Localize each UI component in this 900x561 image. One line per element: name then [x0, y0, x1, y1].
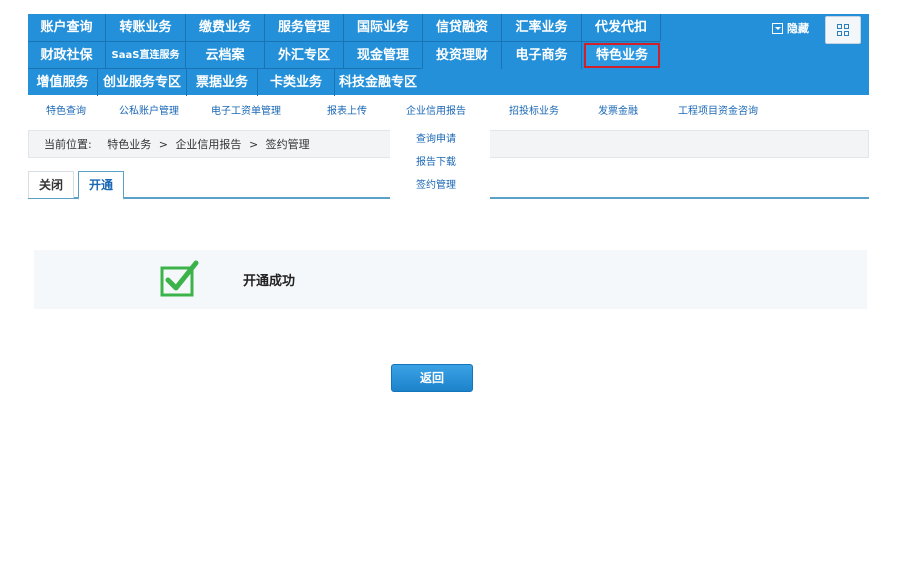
back-button[interactable]: 返回 [391, 364, 473, 392]
subnav-credit-report[interactable]: 企业信用报告 [406, 102, 466, 117]
subnav-payslip[interactable]: 电子工资单管理 [211, 102, 281, 117]
nav-forex-zone[interactable]: 外汇专区 [265, 42, 344, 69]
nav-startup[interactable]: 创业服务专区 [98, 69, 187, 96]
nav-ecommerce[interactable]: 电子商务 [502, 42, 582, 69]
breadcrumb-prefix: 当前位置: [44, 138, 92, 151]
nav-international[interactable]: 国际业务 [344, 14, 423, 41]
breadcrumb-item[interactable]: 特色业务 [107, 138, 151, 151]
checkbox-checked-icon [160, 260, 199, 297]
breadcrumb-item[interactable]: 企业信用报告 [175, 138, 241, 151]
nav-special-business[interactable]: 特色业务 [584, 43, 660, 68]
nav-service-mgmt[interactable]: 服务管理 [265, 14, 344, 41]
dropdown-contract-mgmt[interactable]: 签约管理 [416, 176, 456, 191]
nav-row-1: 账户查询 转账业务 缴费业务 服务管理 国际业务 信贷融资 汇率业务 代发代扣 [28, 14, 661, 41]
dropdown-report-download[interactable]: 报告下载 [416, 153, 456, 168]
collapse-icon [772, 22, 783, 34]
nav-finance-social[interactable]: 财政社保 [28, 42, 106, 69]
tab-open[interactable]: 开通 [78, 171, 125, 200]
dropdown-query-apply[interactable]: 查询申请 [416, 130, 456, 145]
result-panel: 开通成功 [34, 250, 867, 309]
breadcrumb-current: 签约管理 [265, 138, 310, 151]
nav-cloud-archive[interactable]: 云档案 [186, 42, 265, 69]
subnav-project-funds[interactable]: 工程项目资金咨询 [678, 102, 758, 117]
subnav-account-mgmt[interactable]: 公私账户管理 [119, 102, 179, 117]
nav-row-2: 财政社保 SaaS直连服务 云档案 外汇专区 现金管理 投资理财 电子商务 特色… [28, 41, 660, 69]
nav-bills[interactable]: 票据业务 [187, 69, 258, 96]
nav-account-query[interactable]: 账户查询 [28, 14, 106, 41]
subnav-special-query[interactable]: 特色查询 [46, 102, 86, 117]
nav-payment[interactable]: 缴费业务 [186, 14, 265, 41]
nav-payroll[interactable]: 代发代扣 [582, 14, 661, 41]
result-message: 开通成功 [243, 274, 296, 289]
nav-cards[interactable]: 卡类业务 [258, 69, 335, 96]
breadcrumb-separator: > [248, 138, 259, 151]
subnav-bidding[interactable]: 招投标业务 [509, 102, 559, 117]
credit-report-dropdown: 查询申请 报告下载 签约管理 [390, 120, 490, 200]
hide-menu-toggle[interactable]: 隐藏 [772, 20, 809, 36]
main-navigation: 账户查询 转账业务 缴费业务 服务管理 国际业务 信贷融资 汇率业务 代发代扣 … [28, 14, 869, 96]
hide-label: 隐藏 [787, 22, 809, 35]
tab-close[interactable]: 关闭 [28, 171, 75, 198]
subnav-report-upload[interactable]: 报表上传 [327, 102, 367, 117]
nav-cash-mgmt[interactable]: 现金管理 [344, 42, 423, 69]
nav-saas[interactable]: SaaS直连服务 [106, 42, 186, 69]
sub-navigation: 特色查询 公私账户管理 电子工资单管理 报表上传 企业信用报告 招投标业务 发票… [28, 102, 869, 120]
nav-value-added[interactable]: 增值服务 [28, 69, 98, 96]
grid-icon [837, 24, 849, 36]
nav-investment[interactable]: 投资理财 [423, 42, 502, 69]
grid-menu-button[interactable] [825, 16, 861, 44]
nav-row-3: 增值服务 创业服务专区 票据业务 卡类业务 科技金融专区 [28, 68, 421, 96]
nav-transfer[interactable]: 转账业务 [106, 14, 186, 41]
nav-exchange-rate[interactable]: 汇率业务 [502, 14, 582, 41]
breadcrumb-separator: > [158, 138, 168, 151]
nav-tech-finance[interactable]: 科技金融专区 [335, 69, 421, 96]
nav-credit[interactable]: 信贷融资 [423, 14, 502, 41]
subnav-invoice-finance[interactable]: 发票金融 [598, 102, 638, 117]
